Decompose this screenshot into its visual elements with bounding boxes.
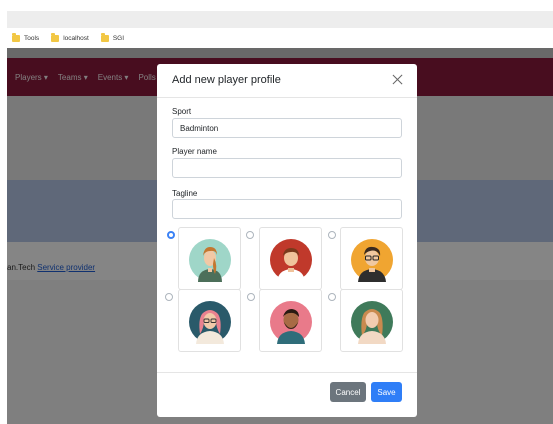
avatar-radio-2[interactable] (246, 231, 254, 239)
avatar-option-1[interactable] (178, 227, 241, 290)
avatar-radio-5[interactable] (247, 293, 255, 301)
player-name-input[interactable] (172, 158, 402, 178)
browser-top-bar (0, 0, 553, 11)
avatar-option-4[interactable] (178, 289, 241, 352)
avatar-man-red-shirt-icon (270, 239, 312, 282)
cancel-button[interactable]: Cancel (330, 382, 366, 402)
modal-footer: Cancel Save (157, 372, 417, 417)
bookmark-label: Tools (24, 34, 40, 42)
bookmarks-bar: Tools localhost SGI (7, 28, 553, 48)
tagline-label: Tagline (172, 189, 198, 198)
tagline-input[interactable] (172, 199, 402, 219)
modal-title: Add new player profile (172, 74, 281, 86)
avatar-man-beard-icon (270, 301, 312, 344)
avatar-option-3[interactable] (340, 227, 403, 290)
avatar-option-6[interactable] (340, 289, 403, 352)
modal-header: Add new player profile (157, 64, 417, 98)
avatar-radio-1[interactable] (167, 231, 175, 239)
close-icon[interactable] (391, 73, 405, 87)
avatar-radio-6[interactable] (328, 293, 336, 301)
bookmark-label: SGI (112, 34, 125, 42)
avatar-woman-long-hair-icon (351, 301, 393, 344)
add-player-modal: Add new player profile Sport Player name… (157, 64, 417, 417)
browser-tab-strip (7, 11, 553, 28)
avatar-option-5[interactable] (259, 289, 322, 352)
bookmark-label: localhost (63, 34, 89, 42)
folder-icon (51, 32, 60, 42)
avatar-radio-3[interactable] (328, 231, 336, 239)
bookmark-tools[interactable]: Tools (12, 32, 40, 42)
bookmark-sgi[interactable]: SGI (100, 32, 125, 42)
save-button[interactable]: Save (371, 382, 402, 402)
avatar-woman-pink-hair-icon (189, 301, 231, 344)
avatar-option-2[interactable] (259, 227, 322, 290)
avatar-woman-braid-icon (189, 239, 231, 282)
bookmark-localhost[interactable]: localhost (51, 32, 89, 42)
avatar-radio-4[interactable] (165, 293, 173, 301)
sport-label: Sport (172, 107, 192, 116)
avatar-man-glasses-icon (351, 239, 393, 282)
folder-icon (100, 32, 109, 42)
folder-icon (12, 32, 20, 42)
sport-input[interactable] (172, 118, 402, 138)
player-name-label: Player name (172, 147, 217, 156)
